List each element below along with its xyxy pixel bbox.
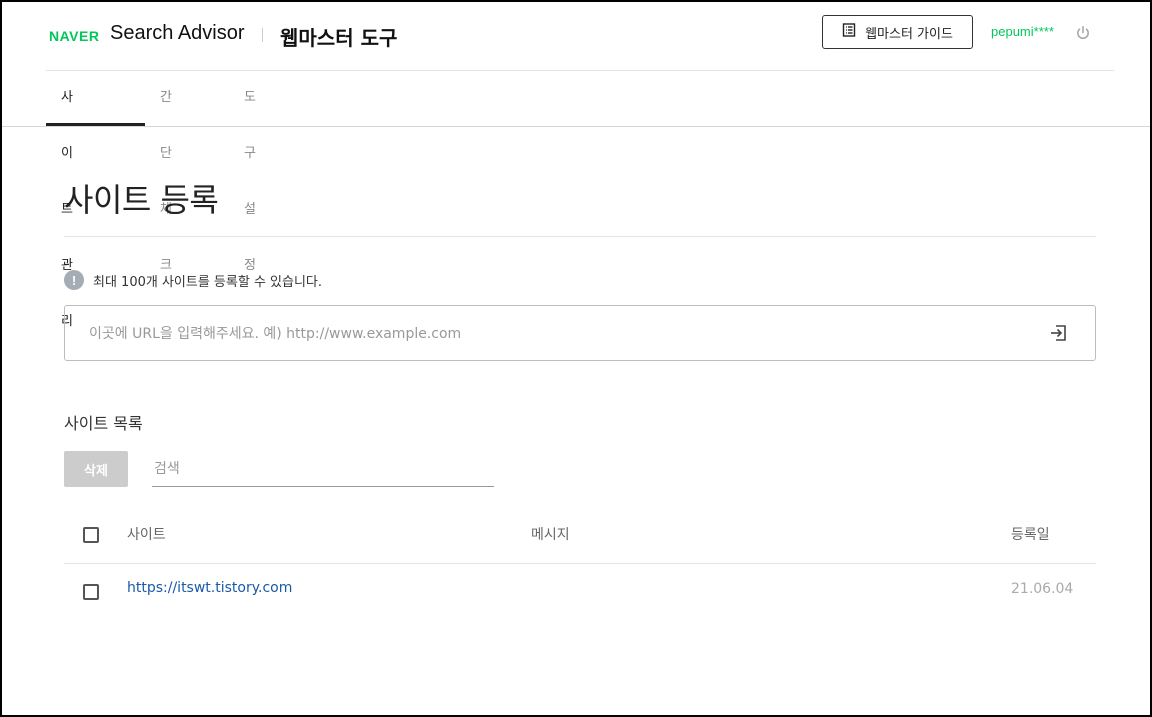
webmaster-tool-title[interactable]: 웹마스터 도구 [280, 22, 397, 51]
site-limit-notice: ! 최대 100개 사이트를 등록할 수 있습니다. [64, 270, 322, 290]
webmaster-guide-label: 웹마스터 가이드 [865, 26, 953, 42]
book-icon [842, 23, 856, 41]
tab-site-management[interactable]: 사이트 관리 [61, 70, 73, 329]
user-id[interactable]: pepumi**** [991, 24, 1054, 39]
url-input-box [64, 305, 1096, 362]
logo-divider [262, 28, 263, 42]
info-icon: ! [64, 270, 84, 290]
title-divider [64, 236, 1096, 237]
registration-date: 21.06.04 [1011, 581, 1074, 597]
notice-text: 최대 100개 사이트를 등록할 수 있습니다. [93, 274, 323, 290]
naver-logo[interactable]: NAVER [49, 28, 99, 44]
tab-tool-settings[interactable]: 도구 설정 [244, 70, 256, 273]
power-icon[interactable] [1075, 25, 1091, 45]
enter-icon[interactable] [1048, 322, 1070, 348]
webmaster-guide-button[interactable]: 웹마스터 가이드 [822, 15, 973, 49]
column-header-site: 사이트 [127, 527, 166, 543]
delete-button[interactable]: 삭제 [64, 451, 128, 487]
search-box [152, 451, 498, 487]
search-advisor-logo[interactable]: Search Advisor [110, 22, 245, 45]
column-header-message: 메시지 [531, 527, 570, 543]
site-list-title: 사이트 목록 [64, 414, 143, 433]
search-input[interactable] [152, 451, 498, 487]
site-link[interactable]: https://itswt.tistory.com [127, 580, 292, 596]
tab-quick-check[interactable]: 간단체크 [160, 70, 172, 273]
select-all-checkbox[interactable] [83, 527, 99, 543]
header: NAVER Search Advisor 웹마스터 도구 웹마스터 가이드 pe… [46, 0, 1114, 71]
table-header-divider [64, 563, 1096, 564]
row-checkbox[interactable] [83, 584, 99, 600]
site-url-input[interactable] [87, 306, 1031, 362]
column-header-date: 등록일 [1011, 527, 1050, 543]
page-title: 사이트 등록 [64, 181, 219, 219]
tab-divider [2, 126, 1150, 127]
